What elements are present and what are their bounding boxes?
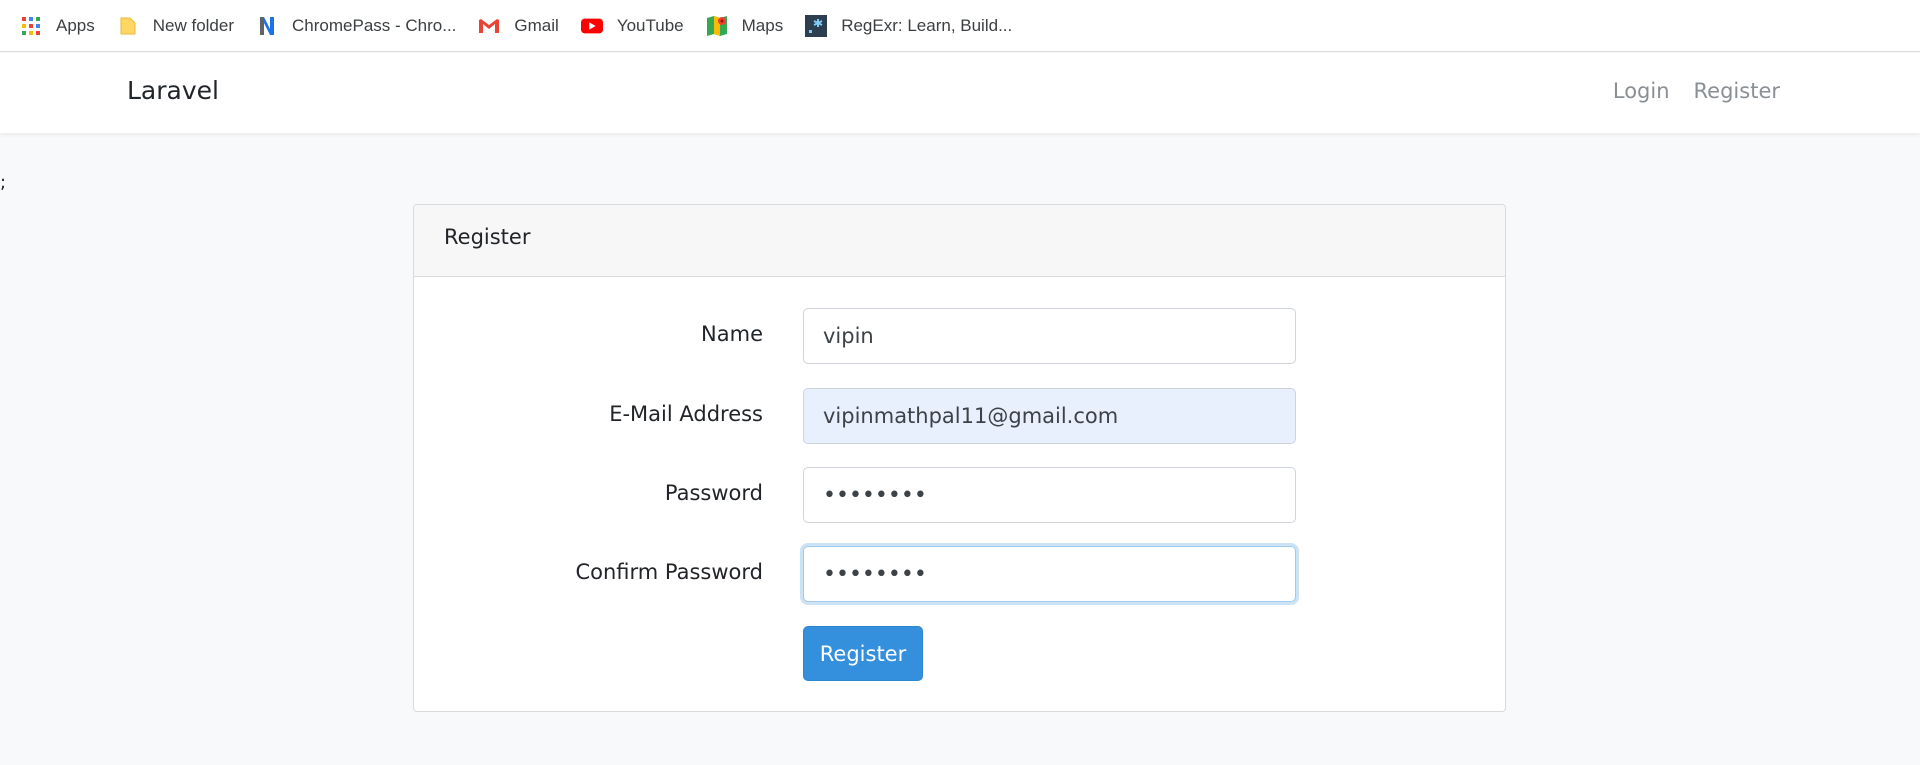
gmail-icon: [478, 15, 500, 37]
stray-text: ;: [0, 172, 7, 193]
email-row: E-Mail Address: [414, 388, 1505, 444]
bookmark-label: RegExr: Learn, Build...: [841, 15, 1013, 35]
bookmark-maps[interactable]: Maps: [704, 8, 796, 44]
regexr-icon: [805, 14, 828, 37]
bookmark-label: ChromePass - Chro...: [292, 15, 457, 35]
bookmark-youtube[interactable]: YouTube: [579, 8, 696, 44]
name-label: Name: [701, 322, 763, 346]
confirm-password-row: Confirm Password: [414, 546, 1505, 602]
password-row: Password: [414, 467, 1505, 523]
register-card: Register Name E-Mail Address Password Co…: [413, 204, 1506, 712]
register-button[interactable]: Register: [803, 626, 923, 681]
name-input[interactable]: [803, 308, 1296, 364]
bookmark-apps[interactable]: Apps: [20, 8, 107, 44]
confirm-password-input[interactable]: [803, 546, 1296, 602]
email-label: E-Mail Address: [609, 402, 763, 426]
chromepass-icon: [256, 15, 278, 37]
confirm-password-label: Confirm Password: [575, 560, 763, 584]
password-input[interactable]: [803, 467, 1296, 523]
email-input[interactable]: [803, 388, 1296, 444]
bookmark-chromepass[interactable]: ChromePass - Chro...: [254, 8, 468, 44]
bookmarks-bar: Apps New folder ChromePass - Chro... Gma…: [0, 0, 1920, 52]
bookmark-regexr[interactable]: RegExr: Learn, Build...: [803, 8, 1024, 44]
youtube-icon: [580, 15, 603, 37]
card-header: Register: [414, 205, 1505, 277]
bookmark-new-folder[interactable]: New folder: [115, 8, 246, 44]
bookmark-gmail[interactable]: Gmail: [476, 8, 570, 44]
apps-grid-icon: [20, 15, 42, 37]
bookmark-label: Apps: [56, 15, 95, 35]
app-navbar: Laravel Login Register: [0, 53, 1920, 133]
bookmark-label: Maps: [741, 15, 784, 35]
folder-icon: [117, 15, 139, 37]
register-link[interactable]: Register: [1694, 79, 1780, 103]
name-row: Name: [414, 308, 1505, 364]
bookmark-label: Gmail: [514, 15, 559, 35]
bookmark-label: YouTube: [616, 15, 684, 35]
password-label: Password: [664, 481, 763, 505]
maps-icon: [706, 15, 728, 37]
login-link[interactable]: Login: [1613, 79, 1670, 103]
bookmark-label: New folder: [152, 15, 235, 35]
nav-links: Login Register: [1589, 79, 1780, 103]
brand-link[interactable]: Laravel: [127, 76, 219, 105]
